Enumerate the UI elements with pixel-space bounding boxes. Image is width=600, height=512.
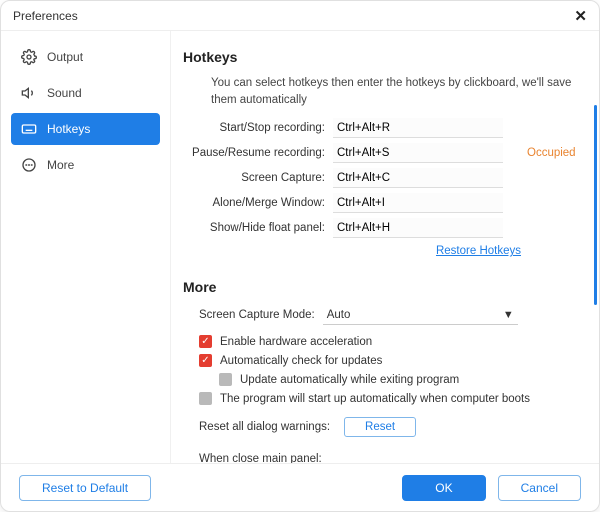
close-icon[interactable]: ✕ <box>574 7 587 25</box>
hw-accel-label: Enable hardware acceleration <box>220 336 372 348</box>
hotkey-input-float-panel[interactable] <box>333 218 503 238</box>
ok-button[interactable]: OK <box>402 475 485 501</box>
hotkey-input-screen-capture[interactable] <box>333 168 503 188</box>
close-panel-label: When close main panel: <box>199 453 579 463</box>
reset-warnings-row: Reset all dialog warnings: Reset <box>199 417 579 437</box>
sidebar-item-sound[interactable]: Sound <box>11 77 160 109</box>
more-icon <box>21 157 37 173</box>
sidebar-item-hotkeys[interactable]: Hotkeys <box>11 113 160 145</box>
reset-warnings-label: Reset all dialog warnings: <box>199 421 330 433</box>
content-pane: Hotkeys You can select hotkeys then ente… <box>171 31 599 463</box>
keyboard-icon <box>21 121 37 137</box>
hotkey-row-float-panel: Show/Hide float panel: <box>183 218 579 238</box>
checkbox-icon[interactable] <box>219 373 232 386</box>
titlebar: Preferences ✕ <box>1 1 599 31</box>
checkbox-icon[interactable] <box>199 392 212 405</box>
hotkey-row-pause-resume: Pause/Resume recording: Occupied <box>183 143 579 163</box>
sidebar: Output Sound Hotkeys More <box>1 31 171 463</box>
sound-icon <box>21 85 37 101</box>
hotkey-label: Screen Capture: <box>183 172 333 184</box>
capture-mode-row: Screen Capture Mode: Auto ▼ <box>199 305 579 325</box>
hotkey-label: Start/Stop recording: <box>183 122 333 134</box>
gear-icon <box>21 49 37 65</box>
sidebar-item-label: More <box>47 158 74 172</box>
sidebar-item-label: Output <box>47 50 83 64</box>
hotkey-input-pause-resume[interactable] <box>333 143 503 163</box>
capture-mode-select[interactable]: Auto ▼ <box>323 305 518 325</box>
hotkey-input-merge-window[interactable] <box>333 193 503 213</box>
auto-update-label: Automatically check for updates <box>220 355 382 367</box>
hotkey-status: Occupied <box>527 147 576 159</box>
footer: Reset to Default OK Cancel <box>1 463 599 511</box>
window-title: Preferences <box>13 9 78 23</box>
sidebar-item-label: Sound <box>47 86 82 100</box>
hotkey-label: Pause/Resume recording: <box>183 147 333 159</box>
hotkey-row-merge-window: Alone/Merge Window: <box>183 193 579 213</box>
auto-update-row[interactable]: Automatically check for updates <box>199 354 579 367</box>
more-heading: More <box>183 279 579 295</box>
checkbox-icon[interactable] <box>199 335 212 348</box>
hotkey-input-start-stop[interactable] <box>333 118 503 138</box>
reset-warnings-button[interactable]: Reset <box>344 417 416 437</box>
sidebar-item-label: Hotkeys <box>47 122 90 136</box>
scrollbar-thumb[interactable] <box>594 105 597 305</box>
sidebar-item-more[interactable]: More <box>11 149 160 181</box>
auto-update-exit-row[interactable]: Update automatically while exiting progr… <box>219 373 579 386</box>
hotkey-label: Alone/Merge Window: <box>183 197 333 209</box>
hotkey-label: Show/Hide float panel: <box>183 222 333 234</box>
sidebar-item-output[interactable]: Output <box>11 41 160 73</box>
preferences-window: Preferences ✕ Output Sound Hotkeys <box>0 0 600 512</box>
restore-hotkeys-link[interactable]: Restore Hotkeys <box>436 245 521 257</box>
hotkey-row-screen-capture: Screen Capture: <box>183 168 579 188</box>
cancel-button[interactable]: Cancel <box>498 475 581 501</box>
startup-row[interactable]: The program will start up automatically … <box>199 392 579 405</box>
capture-mode-value: Auto <box>327 309 351 321</box>
hotkeys-description: You can select hotkeys then enter the ho… <box>183 75 579 118</box>
chevron-down-icon: ▼ <box>503 309 514 321</box>
hotkeys-heading: Hotkeys <box>183 49 579 65</box>
reset-default-button[interactable]: Reset to Default <box>19 475 151 501</box>
auto-update-exit-label: Update automatically while exiting progr… <box>240 374 459 386</box>
startup-label: The program will start up automatically … <box>220 393 530 405</box>
checkbox-icon[interactable] <box>199 354 212 367</box>
hw-accel-row[interactable]: Enable hardware acceleration <box>199 335 579 348</box>
capture-mode-label: Screen Capture Mode: <box>199 309 315 321</box>
hotkey-row-start-stop: Start/Stop recording: <box>183 118 579 138</box>
